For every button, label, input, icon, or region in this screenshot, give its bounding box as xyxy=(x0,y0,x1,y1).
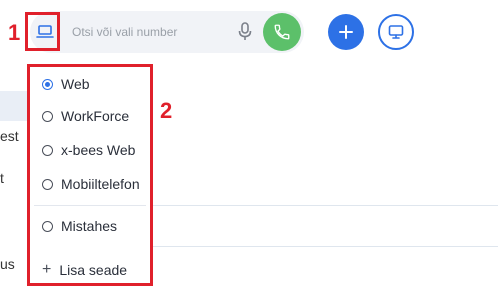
device-option-label: Mobiiltelefon xyxy=(61,176,140,192)
monitor-icon xyxy=(388,25,404,39)
background-divider xyxy=(150,205,498,206)
dropdown-divider xyxy=(34,205,146,206)
annotation-number-1: 1 xyxy=(8,20,21,45)
background-text-fragment: us xyxy=(0,256,15,272)
add-button[interactable] xyxy=(328,14,364,50)
mic-button[interactable] xyxy=(236,22,254,42)
device-option-label: Web xyxy=(61,76,90,92)
device-option-label: WorkForce xyxy=(61,108,130,124)
annotation-box-1 xyxy=(25,12,60,51)
add-device-button[interactable]: + Lisa seade xyxy=(42,260,127,280)
device-option-xbees-web[interactable]: x-bees Web xyxy=(42,140,135,160)
device-dropdown: Web WorkForce x-bees Web Mobiiltelefon M… xyxy=(28,64,152,284)
device-option-label: x-bees Web xyxy=(61,142,136,158)
device-option-mobiiltelefon[interactable]: Mobiiltelefon xyxy=(42,174,140,194)
call-button[interactable] xyxy=(263,13,301,51)
device-option-workforce[interactable]: WorkForce xyxy=(42,106,129,126)
screen-share-button[interactable] xyxy=(378,14,414,50)
search-input[interactable] xyxy=(72,22,222,42)
radio-icon xyxy=(42,110,53,122)
radio-selected-icon xyxy=(42,78,53,90)
annotation-number-2: 2 xyxy=(160,98,173,123)
radio-icon xyxy=(42,178,53,190)
radio-icon xyxy=(42,220,53,232)
plus-icon: + xyxy=(42,261,52,278)
device-option-web[interactable]: Web xyxy=(42,74,90,94)
background-text-fragment: t xyxy=(0,170,4,186)
device-option-mistahes[interactable]: Mistahes xyxy=(42,216,117,236)
background-text-fragment: est xyxy=(0,128,19,144)
radio-icon xyxy=(42,144,53,156)
add-device-label: Lisa seade xyxy=(59,262,128,278)
device-option-label: Mistahes xyxy=(61,218,118,234)
phone-icon xyxy=(274,24,290,40)
plus-icon xyxy=(339,25,353,39)
background-divider xyxy=(150,246,498,247)
microphone-icon xyxy=(238,22,252,40)
